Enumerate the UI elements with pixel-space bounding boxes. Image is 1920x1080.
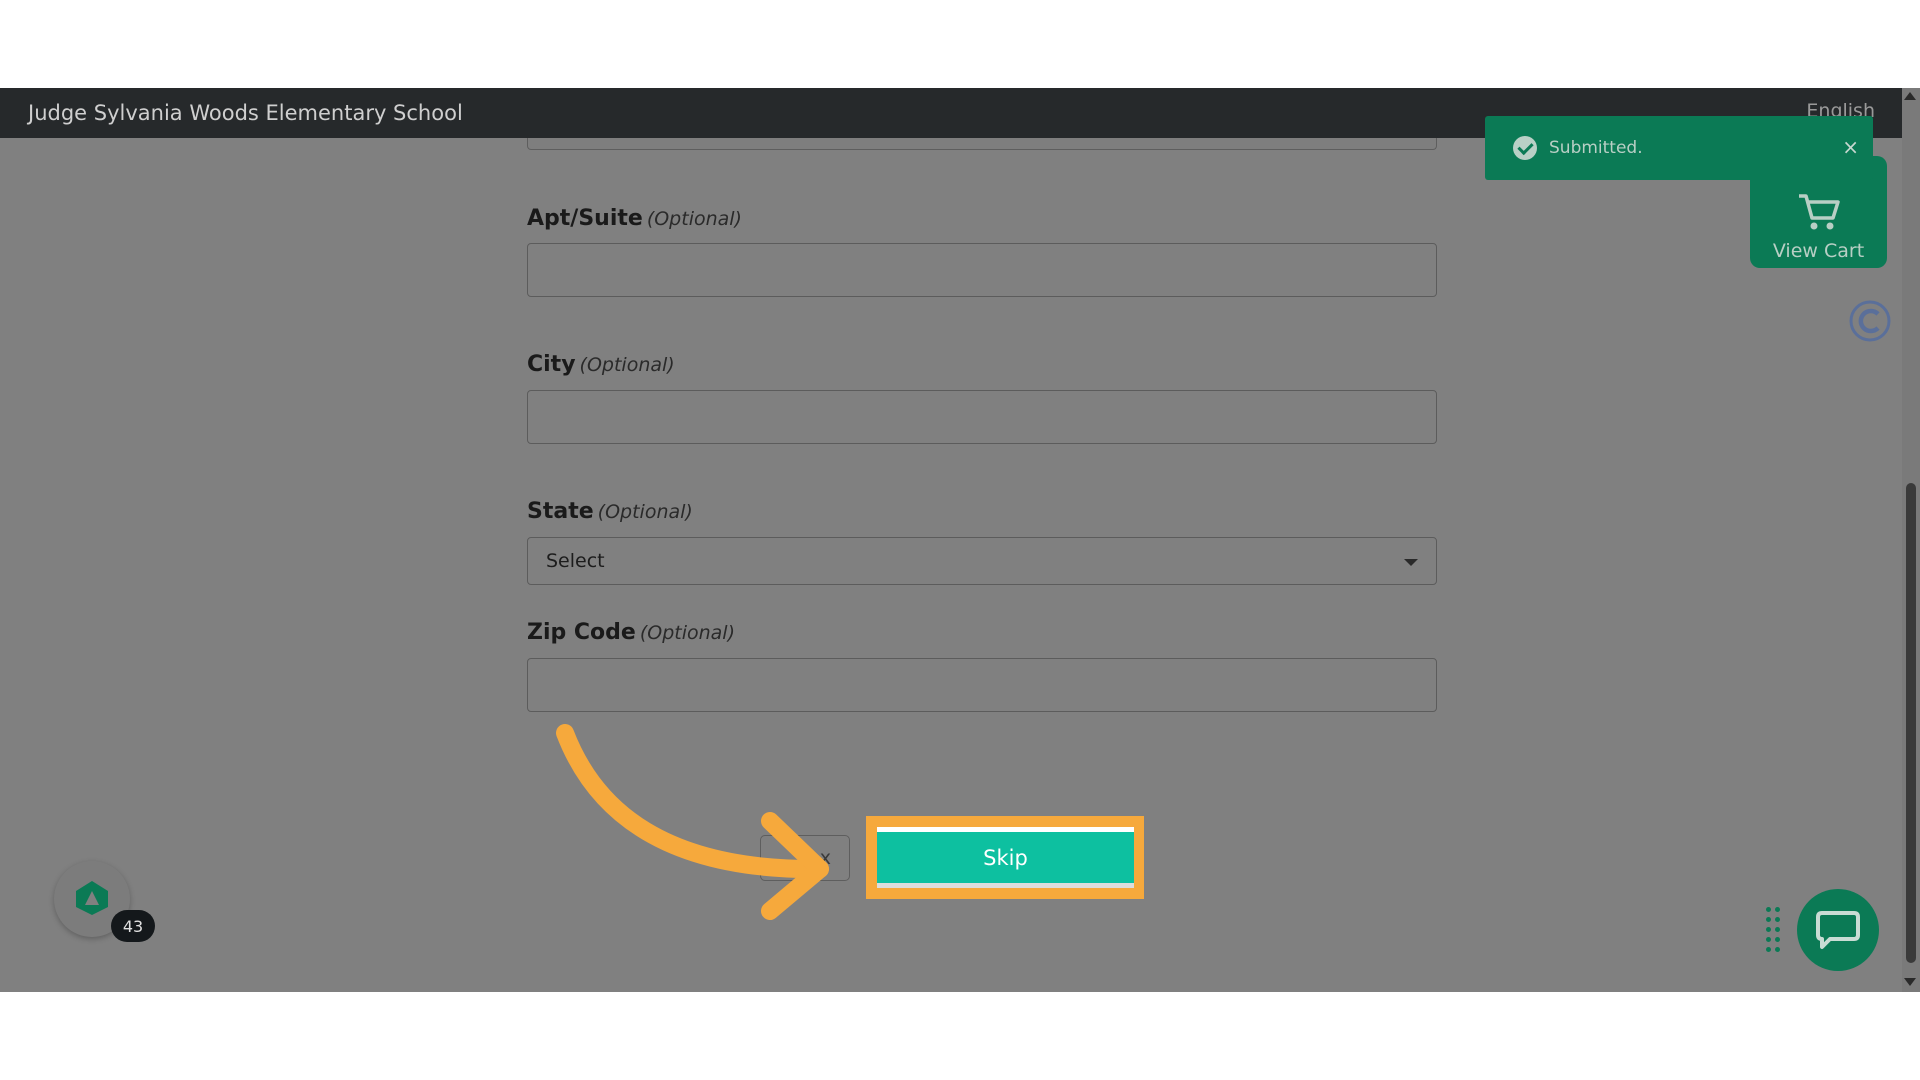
toast-message: Submitted. — [1549, 138, 1643, 158]
address-input-partial[interactable] — [527, 138, 1437, 150]
chat-button[interactable] — [1797, 889, 1879, 971]
toast-close-button[interactable]: × — [1842, 135, 1859, 159]
city-label: City (Optional) — [527, 352, 675, 377]
brand-logo-icon — [76, 881, 108, 915]
city-input[interactable] — [527, 390, 1437, 444]
pointer-arrow-icon — [556, 724, 829, 920]
skip-button[interactable]: Skip — [877, 827, 1134, 888]
success-toast: Submitted. × — [1485, 116, 1873, 180]
apt-suite-input[interactable] — [527, 243, 1437, 297]
state-select-value: Select — [546, 550, 605, 572]
scroll-down-icon[interactable] — [1904, 978, 1916, 986]
school-name: Judge Sylvania Woods Elementary School — [28, 101, 463, 125]
state-select[interactable]: Select — [527, 537, 1437, 585]
chevron-down-icon — [1404, 559, 1418, 566]
zip-code-input[interactable] — [527, 658, 1437, 712]
apt-suite-label: Apt/Suite (Optional) — [527, 206, 742, 231]
scroll-up-icon[interactable] — [1904, 92, 1916, 100]
chat-bubble-icon — [1816, 911, 1860, 949]
zip-code-label: Zip Code (Optional) — [527, 620, 736, 645]
drag-handle-icon[interactable] — [1766, 907, 1782, 952]
state-label: State (Optional) — [527, 499, 693, 524]
notification-count-badge: 43 — [111, 910, 155, 942]
view-cart-label: View Cart — [1772, 240, 1865, 262]
app-viewport: Judge Sylvania Woods Elementary School E… — [0, 88, 1920, 992]
c-logo-icon[interactable] — [1849, 300, 1891, 342]
scrollbar[interactable] — [1902, 88, 1920, 992]
scroll-thumb[interactable] — [1906, 483, 1916, 963]
check-circle-icon — [1513, 136, 1537, 160]
cart-icon — [1798, 194, 1840, 230]
